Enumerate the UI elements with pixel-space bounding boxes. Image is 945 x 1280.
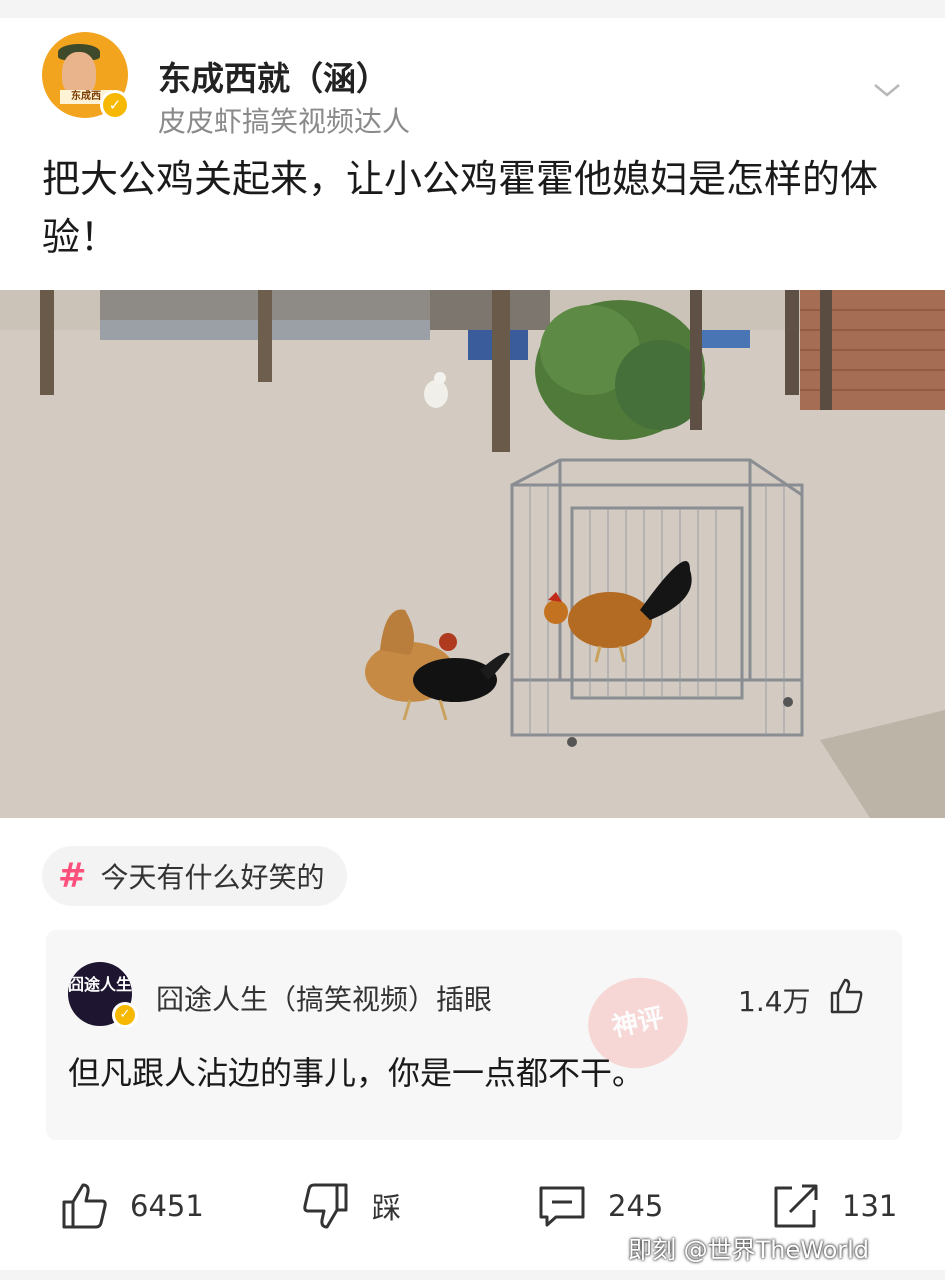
like-button[interactable]: 6451 [58, 1166, 204, 1246]
hot-comment-card[interactable] [46, 930, 902, 1140]
topic-tag[interactable]: # 今天有什么好笑的 [42, 846, 347, 906]
bottom-strip [0, 1270, 945, 1280]
verified-icon: ✓ [100, 90, 130, 120]
topic-label: 今天有什么好笑的 [100, 861, 325, 894]
post-header [0, 18, 945, 140]
author-name[interactable]: 东成西就（涵） [158, 52, 389, 100]
chevron-down-icon[interactable] [872, 80, 902, 100]
thumbs-up-icon [62, 1183, 107, 1229]
top-strip [0, 0, 945, 18]
share-icon [774, 1184, 818, 1228]
post-title: 把大公鸡关起来，让小公鸡霍霍他媳妇是怎样的体验！ [42, 157, 879, 259]
thumbs-down-icon [303, 1183, 348, 1229]
like-count: 6451 [130, 1189, 204, 1223]
watermark: 即刻 @世界TheWorld [628, 1236, 870, 1264]
post-video[interactable] [0, 290, 945, 818]
thumbs-up-icon[interactable] [826, 976, 866, 1016]
commenter-name[interactable]: 囧途人生（搞笑视频）插眼 [156, 978, 492, 1018]
share-count: 131 [842, 1189, 898, 1223]
author-tag: 皮皮虾搞笑视频达人 [158, 105, 411, 138]
comment-like-count: 1.4万 [738, 985, 811, 1018]
farmyard-scene [0, 290, 945, 818]
comment-icon [539, 1186, 585, 1227]
comment-text: 但凡跟人沾边的事儿，你是一点都不干。 [68, 1054, 645, 1092]
verified-icon: ✓ [112, 1002, 138, 1028]
comment-count: 245 [608, 1189, 664, 1223]
dislike-button[interactable]: 踩 [300, 1166, 401, 1246]
hashtag-icon: # [58, 856, 87, 896]
dislike-label: 踩 [372, 1191, 402, 1225]
commenter-avatar-text: 囧途人生 [68, 975, 132, 994]
